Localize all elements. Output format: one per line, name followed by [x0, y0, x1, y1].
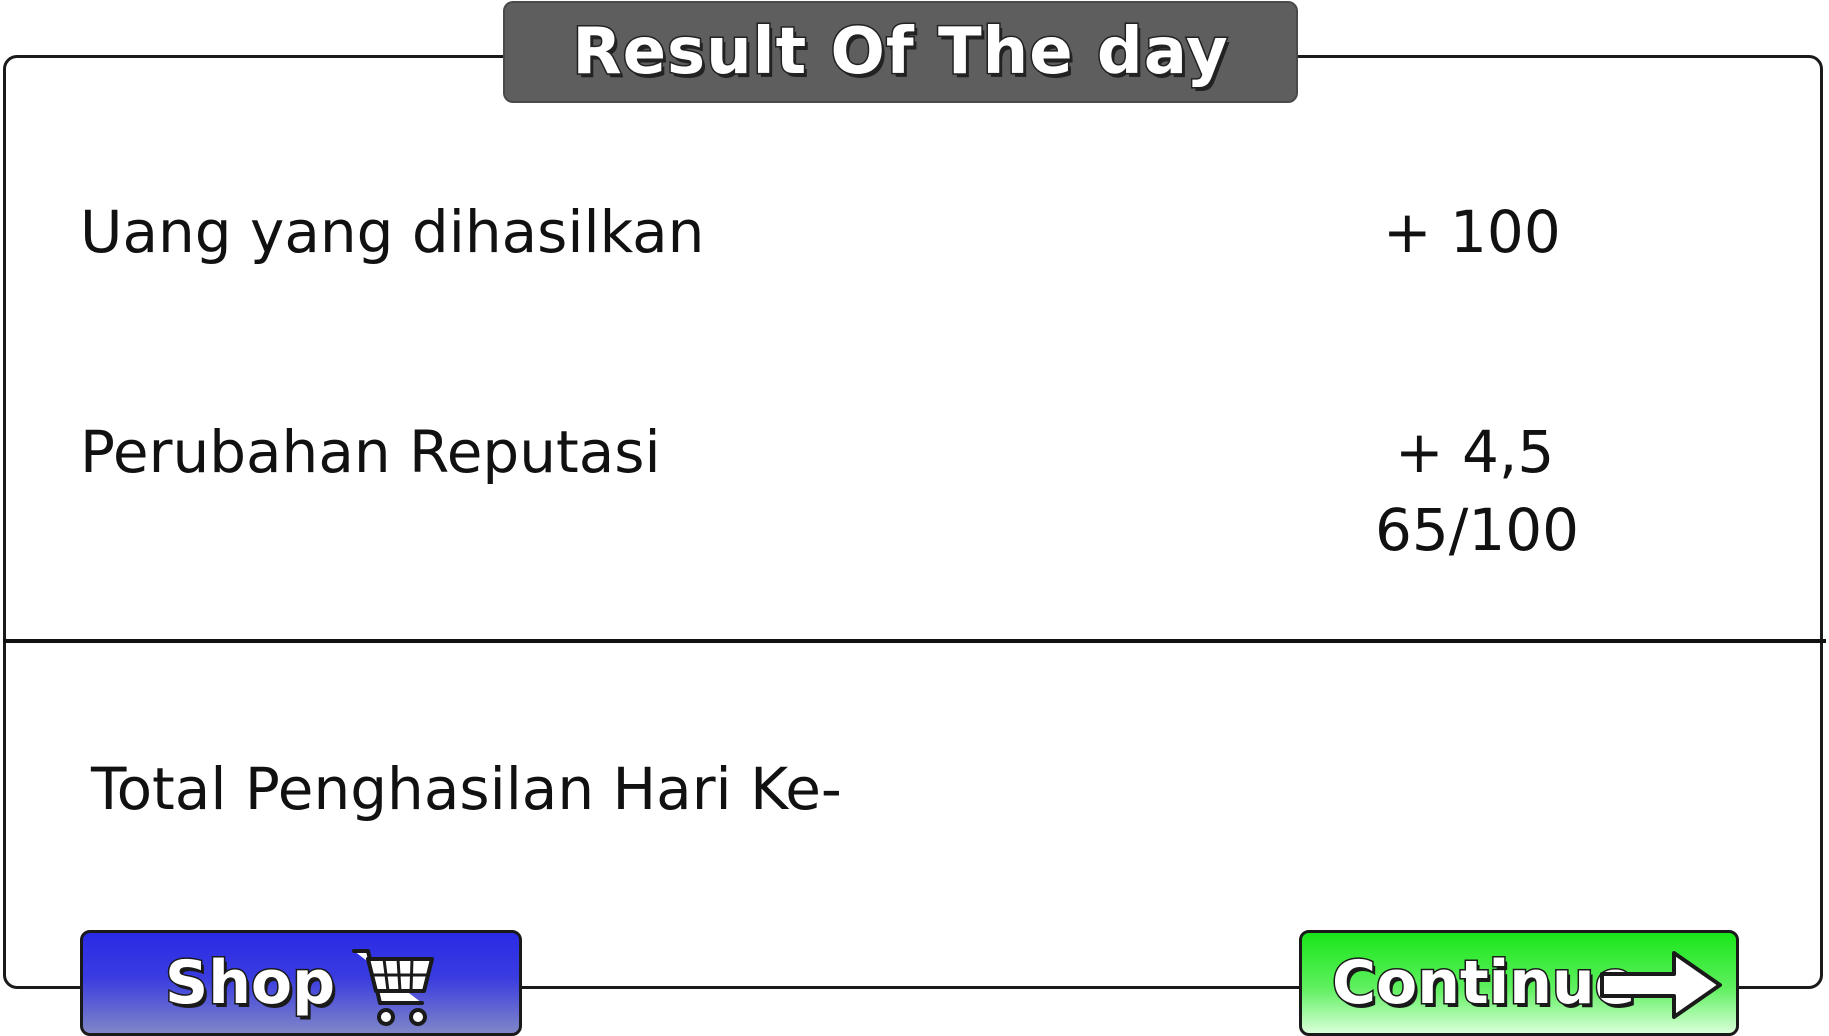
continue-button-label: Continue: [1330, 947, 1636, 1020]
total-income-label: Total Penghasilan Hari Ke-: [91, 755, 842, 823]
reputation-total-value: 65/100: [1375, 496, 1580, 564]
page-title: Result Of The day: [571, 14, 1229, 91]
shopping-cart-icon: [348, 941, 438, 1035]
reputation-change-value: + 4,5: [1395, 418, 1555, 486]
arrow-right-icon: [1598, 947, 1726, 1027]
shop-button-label: Shop: [163, 947, 336, 1020]
money-earned-value: + 100: [1383, 198, 1561, 266]
section-divider: [3, 639, 1826, 643]
shop-button[interactable]: Shop: [80, 930, 522, 1036]
continue-button[interactable]: Continue: [1299, 930, 1739, 1036]
money-earned-label: Uang yang dihasilkan: [80, 198, 705, 266]
title-banner: Result Of The day: [503, 1, 1298, 103]
reputation-change-label: Perubahan Reputasi: [80, 418, 661, 486]
